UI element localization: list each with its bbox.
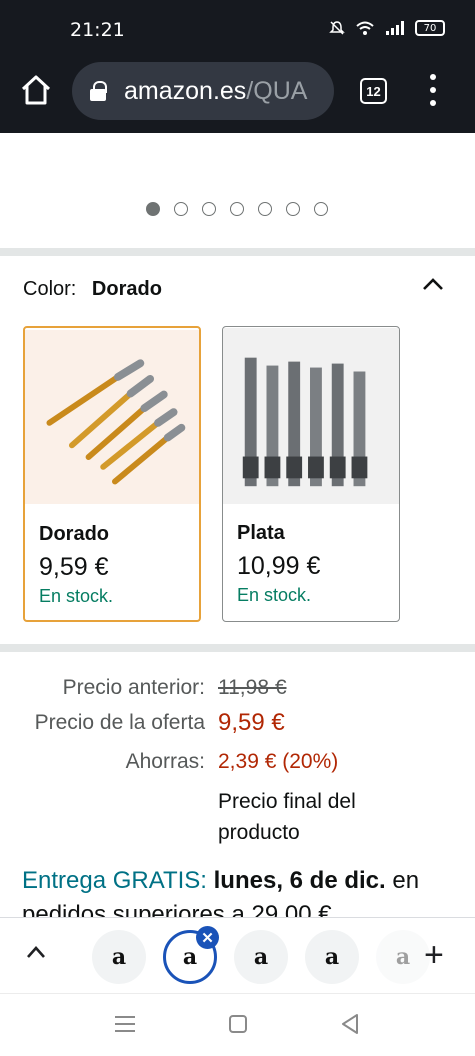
system-navigation-bar (0, 993, 475, 1056)
color-option-plata[interactable]: Plata 10,99 € En stock. (222, 326, 400, 622)
mute-icon (329, 21, 345, 35)
color-option-name: Plata (237, 522, 285, 544)
signal-icon (386, 21, 404, 35)
savings-label: Ahorras: (125, 750, 205, 773)
carousel-dot[interactable] (258, 202, 272, 216)
product-thumbnail-silver (223, 328, 399, 504)
carousel-dot[interactable] (202, 202, 216, 216)
tab-amazon[interactable]: a (376, 930, 430, 984)
color-option-stock: En stock. (39, 586, 114, 606)
color-option-stock: En stock. (237, 585, 312, 605)
section-divider (0, 248, 475, 256)
tab-switcher-button[interactable]: 12 (360, 78, 387, 104)
wifi-icon (356, 21, 374, 35)
deal-price-value: 9,59 € (218, 709, 285, 736)
tab-amazon[interactable]: a (234, 930, 288, 984)
color-option-name: Dorado (39, 523, 109, 545)
status-icons: 70 (329, 20, 445, 36)
carousel-dot[interactable] (174, 202, 188, 216)
image-carousel-dots (146, 202, 328, 216)
home-icon[interactable] (18, 72, 54, 108)
url-path: /QUA (246, 76, 308, 105)
free-delivery-link[interactable]: Entrega GRATIS: (22, 867, 207, 894)
tab-amazon[interactable]: a (305, 930, 359, 984)
url-domain: amazon.es (124, 76, 247, 105)
recents-icon[interactable] (114, 1014, 136, 1034)
deal-price-label: Precio de la oferta (34, 711, 205, 734)
previous-price-label: Precio anterior: (62, 676, 205, 699)
new-tab-icon[interactable]: + (424, 936, 444, 975)
lock-icon (90, 81, 107, 101)
section-divider (0, 644, 475, 652)
color-option-price: 9,59 € (39, 553, 109, 581)
close-tab-icon[interactable]: ✕ (196, 926, 219, 949)
browser-toolbar: 21:21 70 amazon.es/QUA 12 (0, 0, 475, 133)
color-selected-value: Dorado (91, 278, 162, 300)
color-option-dorado[interactable]: Dorado 9,59 € En stock. (23, 326, 201, 622)
delivery-date: lunes, 6 de dic. (213, 867, 386, 894)
carousel-dot[interactable] (314, 202, 328, 216)
carousel-dot[interactable] (146, 202, 160, 216)
chevron-up-icon[interactable] (422, 276, 444, 292)
tab-strip: a a ✕ a a a + (0, 917, 475, 993)
final-price-note: Precio final del producto (218, 790, 356, 844)
tab-amazon[interactable]: a (92, 930, 146, 984)
color-selector-header: Color: Dorado (23, 278, 162, 301)
color-label: Color: (23, 278, 77, 300)
home-nav-icon[interactable] (228, 1014, 248, 1034)
chevron-up-icon[interactable] (26, 945, 46, 959)
previous-price-value: 11,98 € (218, 676, 287, 699)
url-bar[interactable]: amazon.es/QUA (72, 62, 334, 120)
savings-value: 2,39 € (20%) (218, 750, 339, 773)
status-time: 21:21 (70, 19, 125, 41)
overflow-menu-icon[interactable] (424, 74, 442, 106)
carousel-dot[interactable] (286, 202, 300, 216)
color-option-price: 10,99 € (237, 552, 321, 580)
carousel-dot[interactable] (230, 202, 244, 216)
back-icon[interactable] (340, 1013, 360, 1035)
battery-icon: 70 (415, 20, 445, 36)
product-thumbnail-gold (25, 330, 199, 504)
